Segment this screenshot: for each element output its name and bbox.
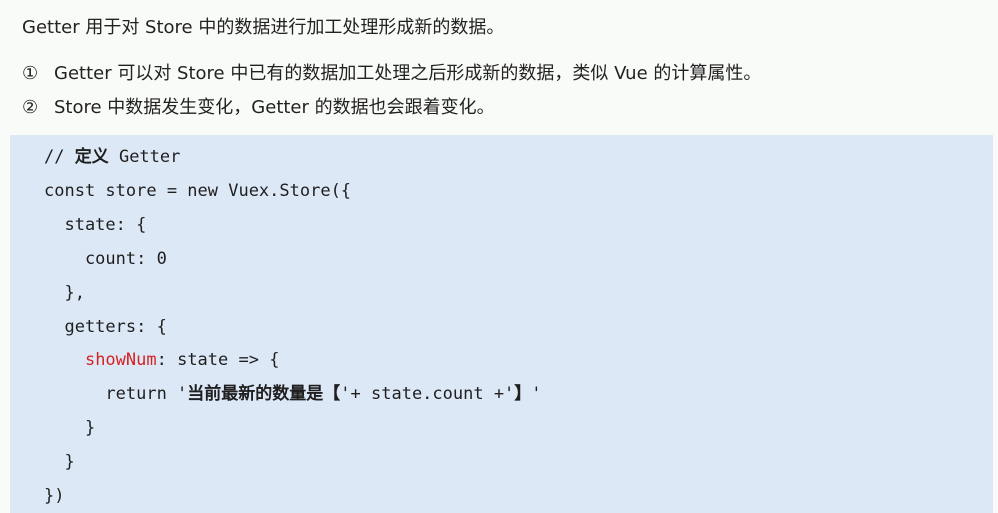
code-line: getters: { xyxy=(44,317,167,337)
page: { "intro": "Getter 用于对 Store 中的数据进行加工处理形… xyxy=(0,0,998,513)
circled-number-1: ① xyxy=(22,63,39,84)
code-line: } xyxy=(44,452,75,472)
comment-rest: Getter xyxy=(108,147,181,167)
return-chinese-text: 当前最新的数量是【 xyxy=(187,384,341,404)
code-line: const store = new Vuex.Store({ xyxy=(44,181,352,201)
code-line: } xyxy=(44,418,96,438)
return-prefix: return ' xyxy=(44,384,188,404)
code-line-return: return '当前最新的数量是【'+ state.count +'】' xyxy=(44,382,542,406)
list-item: ① Getter 可以对 Store 中已有的数据加工处理之后形成新的数据，类似… xyxy=(22,62,761,96)
list-item-text: Getter 可以对 Store 中已有的数据加工处理之后形成新的数据，类似 V… xyxy=(54,63,762,84)
list-item-text: Store 中数据发生变化，Getter 的数据也会跟着变化。 xyxy=(54,97,495,118)
comment-word: 定义 xyxy=(74,147,109,167)
code-line: }) xyxy=(44,486,65,506)
code-line: state: { xyxy=(44,215,147,235)
return-quote: ' xyxy=(531,384,542,404)
code-line-comment: // 定义 Getter xyxy=(44,145,180,169)
bullet-list: ① Getter 可以对 Store 中已有的数据加工处理之后形成新的数据，类似… xyxy=(22,62,761,130)
code-line-getter: showNum: state => { xyxy=(44,348,279,372)
code-line: }, xyxy=(44,283,85,303)
getter-name: showNum xyxy=(84,350,157,370)
getter-signature: : state => { xyxy=(156,350,280,370)
list-item: ② Store 中数据发生变化，Getter 的数据也会跟着变化。 xyxy=(22,96,761,130)
code-block: // 定义 Getter const store = new Vuex.Stor… xyxy=(10,135,993,513)
circled-number-2: ② xyxy=(22,97,39,118)
return-expression: '+ state.count +' xyxy=(340,384,515,404)
intro-text: Getter 用于对 Store 中的数据进行加工处理形成新的数据。 xyxy=(22,17,505,38)
comment-slashes: // xyxy=(44,147,75,167)
code-line: count: 0 xyxy=(44,249,167,269)
return-closing-bracket: 】 xyxy=(514,384,532,404)
